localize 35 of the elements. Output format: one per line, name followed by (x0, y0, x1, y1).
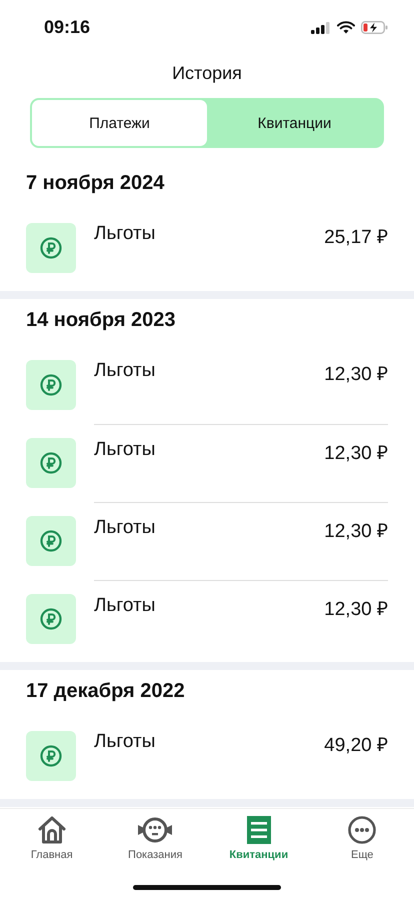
item-name: Льготы (94, 595, 156, 618)
wifi-icon (337, 21, 355, 34)
signal-icon (311, 22, 331, 34)
item-amount: 49,20 ₽ (324, 734, 388, 758)
status-time: 09:16 (44, 17, 90, 38)
payment-icon (26, 360, 76, 410)
nav-home-tab[interactable]: Главная (0, 815, 104, 869)
section-date: 17 декабря 2022 (25, 679, 186, 704)
tab[interactable]: Платежи (32, 100, 207, 146)
page-title: История (171, 62, 243, 85)
payment-icon (26, 731, 76, 781)
item-amount: 12,30 ₽ (324, 598, 388, 622)
item-amount: 12,30 ₽ (324, 520, 388, 544)
item-amount: 25,17 ₽ (324, 226, 388, 250)
nav-meter-tab[interactable]: Показания (104, 815, 207, 869)
section-date: 7 ноября 2024 (25, 171, 166, 196)
item-amount: 12,30 ₽ (324, 363, 388, 387)
payment-icon (26, 594, 76, 644)
payment-icon (26, 516, 76, 566)
item-name: Льготы (94, 439, 156, 462)
nav-receipt-tab[interactable]: Квитанции (207, 815, 310, 869)
item-name: Льготы (94, 223, 156, 246)
battery-icon (361, 21, 388, 34)
more-icon (347, 815, 378, 845)
nav-more-tab[interactable]: Еще (310, 815, 414, 869)
home-icon (36, 815, 68, 845)
tab[interactable]: Квитанции (207, 100, 382, 146)
item-amount: 12,30 ₽ (324, 442, 388, 466)
payment-icon (26, 438, 76, 488)
item-name: Льготы (94, 360, 156, 383)
section-date: 14 ноября 2023 (25, 308, 177, 333)
item-name: Льготы (94, 517, 156, 540)
item-name: Льготы (94, 731, 156, 754)
receipt-icon (244, 815, 273, 845)
payment-icon (26, 223, 76, 273)
